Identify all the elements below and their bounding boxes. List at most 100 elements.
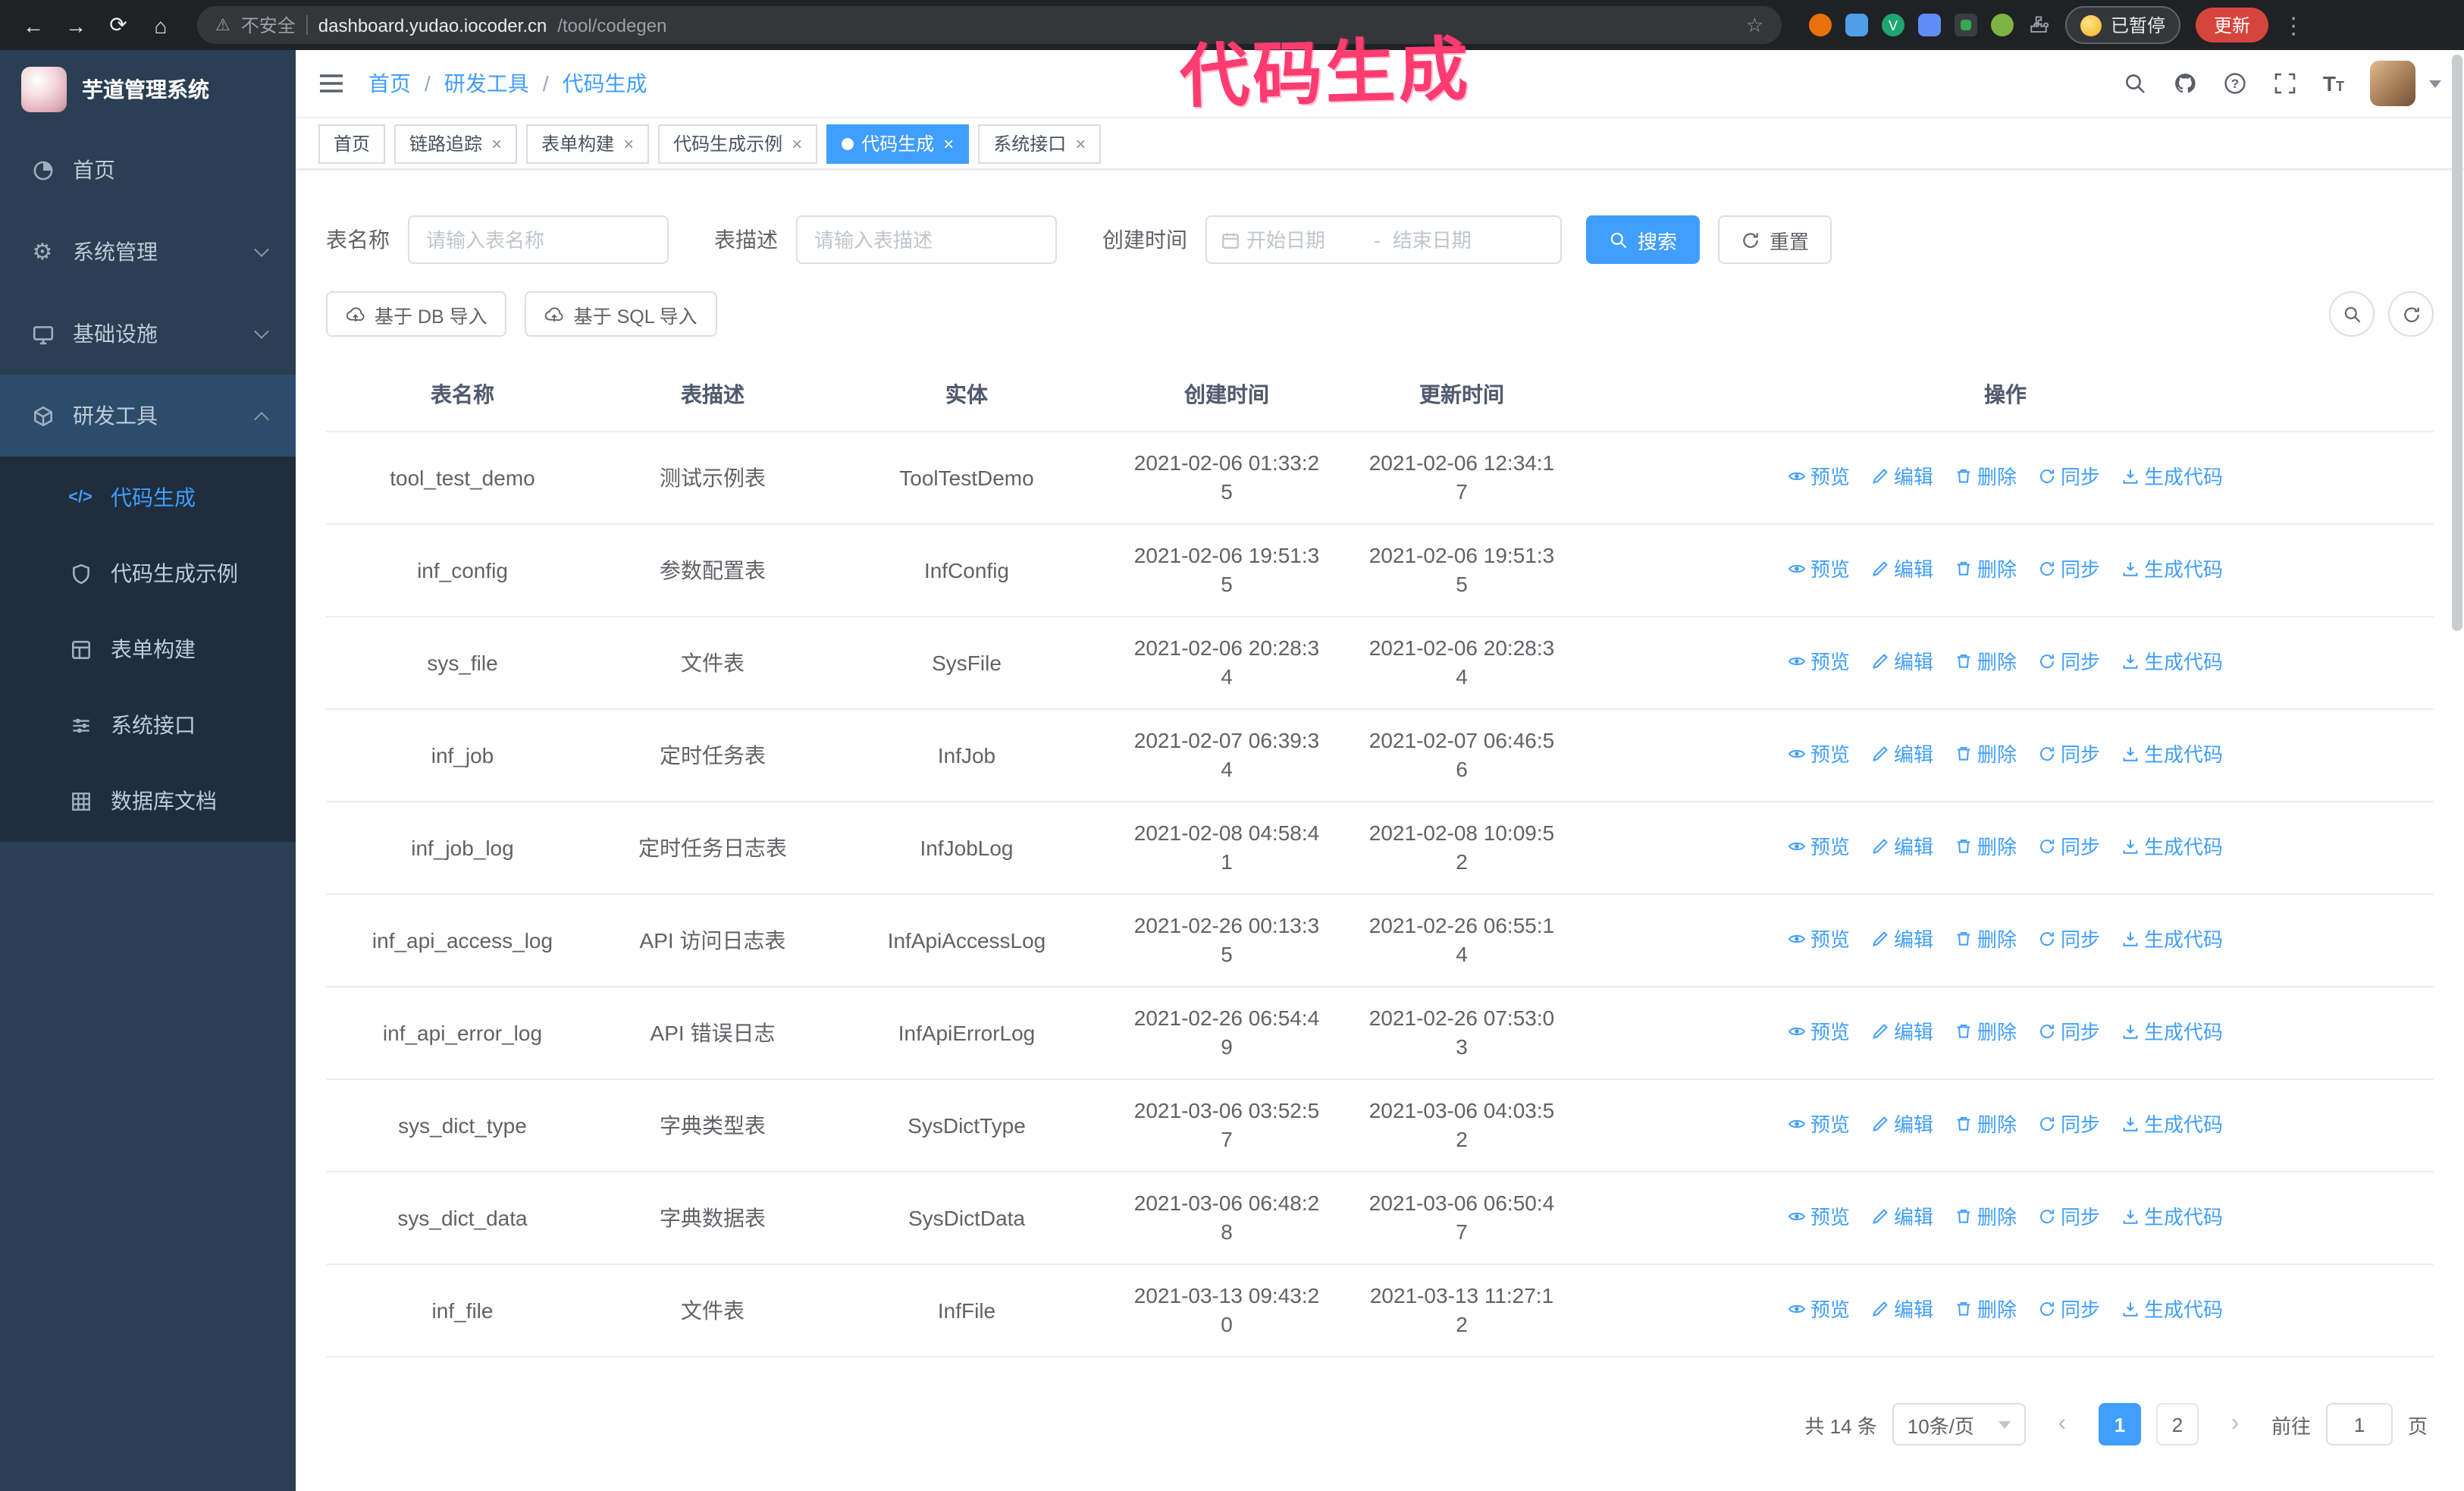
action-preview-link[interactable]: 预览 — [1788, 925, 1850, 954]
next-page-button[interactable]: › — [2214, 1403, 2256, 1445]
action-sync-link[interactable]: 同步 — [2038, 1110, 2100, 1139]
breadcrumb-devtools[interactable]: 研发工具 — [444, 68, 529, 99]
reload-icon[interactable]: ⟳ — [100, 7, 136, 43]
action-sync-link[interactable]: 同步 — [2038, 1018, 2100, 1047]
action-edit-link[interactable]: 编辑 — [1871, 925, 1933, 954]
action-preview-link[interactable]: 预览 — [1788, 1203, 1850, 1232]
action-generate-link[interactable]: 生成代码 — [2121, 1018, 2223, 1047]
action-delete-link[interactable]: 删除 — [1955, 740, 2017, 769]
extension-icon[interactable] — [1845, 14, 1868, 36]
browser-menu-icon[interactable]: ⋮ — [2274, 11, 2312, 39]
action-generate-link[interactable]: 生成代码 — [2121, 1110, 2223, 1139]
action-delete-link[interactable]: 删除 — [1955, 648, 2017, 676]
action-delete-link[interactable]: 删除 — [1955, 1018, 2017, 1047]
user-avatar[interactable] — [2370, 61, 2415, 106]
action-edit-link[interactable]: 编辑 — [1871, 555, 1933, 584]
extension-icon[interactable]: V — [1882, 14, 1904, 36]
action-delete-link[interactable]: 删除 — [1955, 1295, 2017, 1324]
action-delete-link[interactable]: 删除 — [1955, 555, 2017, 584]
action-edit-link[interactable]: 编辑 — [1871, 1110, 1933, 1139]
action-generate-link[interactable]: 生成代码 — [2121, 648, 2223, 676]
action-edit-link[interactable]: 编辑 — [1871, 740, 1933, 769]
extension-icon[interactable] — [1991, 14, 2014, 36]
sidebar-item-db-doc[interactable]: 数据库文档 — [0, 763, 296, 839]
profile-badge[interactable]: 已暂停 — [2065, 6, 2181, 44]
action-sync-link[interactable]: 同步 — [2038, 1295, 2100, 1324]
search-button[interactable]: 搜索 — [1586, 215, 1701, 264]
toggle-search-button[interactable] — [2329, 291, 2375, 337]
action-edit-link[interactable]: 编辑 — [1871, 1203, 1933, 1232]
prev-page-button[interactable]: ‹ — [2041, 1403, 2083, 1445]
import-sql-button[interactable]: 基于 SQL 导入 — [525, 291, 717, 337]
action-generate-link[interactable]: 生成代码 — [2121, 833, 2223, 862]
action-delete-link[interactable]: 删除 — [1955, 925, 2017, 954]
sidebar-item-api[interactable]: 系统接口 — [0, 687, 296, 763]
tab-codegen[interactable]: 代码生成 × — [826, 124, 970, 163]
close-icon[interactable]: × — [792, 133, 802, 154]
app-logo[interactable]: 芋道管理系统 — [0, 50, 296, 129]
action-edit-link[interactable]: 编辑 — [1871, 1295, 1933, 1324]
action-generate-link[interactable]: 生成代码 — [2121, 1295, 2223, 1324]
close-icon[interactable]: × — [1075, 133, 1086, 154]
refresh-button[interactable] — [2388, 291, 2434, 337]
github-icon[interactable] — [2173, 71, 2197, 96]
extension-icon[interactable] — [1918, 14, 1941, 36]
action-generate-link[interactable]: 生成代码 — [2121, 463, 2223, 491]
tab-codegen-demo[interactable]: 代码生成示例 × — [658, 124, 818, 163]
action-delete-link[interactable]: 删除 — [1955, 1203, 2017, 1232]
home-icon[interactable]: ⌂ — [143, 7, 179, 43]
table-name-input[interactable] — [408, 215, 669, 264]
goto-page-input[interactable] — [2325, 1403, 2393, 1445]
close-icon[interactable]: × — [491, 133, 502, 154]
tab-tracing[interactable]: 链路追踪 × — [394, 124, 518, 163]
scrollbar[interactable] — [2452, 55, 2462, 1486]
action-edit-link[interactable]: 编辑 — [1871, 648, 1933, 676]
action-preview-link[interactable]: 预览 — [1788, 463, 1850, 491]
action-edit-link[interactable]: 编辑 — [1871, 463, 1933, 491]
action-sync-link[interactable]: 同步 — [2038, 740, 2100, 769]
help-icon[interactable]: ? — [2223, 71, 2247, 96]
sidebar-item-system[interactable]: ⚙ 系统管理 — [0, 211, 296, 293]
action-sync-link[interactable]: 同步 — [2038, 925, 2100, 954]
scrollbar-thumb[interactable] — [2452, 55, 2462, 631]
action-sync-link[interactable]: 同步 — [2038, 648, 2100, 676]
action-sync-link[interactable]: 同步 — [2038, 833, 2100, 862]
reset-button[interactable]: 重置 — [1718, 215, 1832, 264]
page-size-select[interactable]: 10条/页 — [1892, 1403, 2026, 1445]
sidebar-item-devtools[interactable]: 研发工具 — [0, 375, 296, 457]
action-delete-link[interactable]: 删除 — [1955, 1110, 2017, 1139]
extensions-puzzle-icon[interactable] — [2027, 14, 2050, 36]
bookmark-star-icon[interactable]: ☆ — [1746, 13, 1763, 37]
tab-home[interactable]: 首页 — [318, 124, 386, 163]
action-sync-link[interactable]: 同步 — [2038, 463, 2100, 491]
action-preview-link[interactable]: 预览 — [1788, 648, 1850, 676]
page-button-2[interactable]: 2 — [2155, 1403, 2199, 1445]
close-icon[interactable]: × — [623, 133, 634, 154]
sidebar-item-codegen-demo[interactable]: 代码生成示例 — [0, 535, 296, 611]
avatar-caret-icon[interactable] — [2429, 80, 2441, 87]
action-generate-link[interactable]: 生成代码 — [2121, 1203, 2223, 1232]
action-sync-link[interactable]: 同步 — [2038, 1203, 2100, 1232]
action-generate-link[interactable]: 生成代码 — [2121, 740, 2223, 769]
forward-icon[interactable]: → — [58, 7, 94, 43]
action-preview-link[interactable]: 预览 — [1788, 555, 1850, 584]
sidebar-item-form-builder[interactable]: 表单构建 — [0, 611, 296, 687]
tab-api[interactable]: 系统接口 × — [978, 124, 1102, 163]
search-icon[interactable] — [2123, 71, 2147, 96]
action-preview-link[interactable]: 预览 — [1788, 1295, 1850, 1324]
close-icon[interactable]: × — [943, 133, 954, 154]
action-generate-link[interactable]: 生成代码 — [2121, 925, 2223, 954]
action-generate-link[interactable]: 生成代码 — [2121, 555, 2223, 584]
date-start-input[interactable] — [1246, 228, 1362, 251]
sidebar-item-codegen[interactable]: </> 代码生成 — [0, 460, 296, 535]
action-preview-link[interactable]: 预览 — [1788, 1018, 1850, 1047]
action-delete-link[interactable]: 删除 — [1955, 833, 2017, 862]
extension-icon[interactable] — [1809, 14, 1832, 36]
extension-icon[interactable] — [1955, 14, 1977, 36]
date-end-input[interactable] — [1392, 228, 1508, 251]
font-size-icon[interactable]: TT — [2323, 71, 2344, 96]
page-button-1[interactable]: 1 — [2098, 1403, 2141, 1445]
action-edit-link[interactable]: 编辑 — [1871, 833, 1933, 862]
import-db-button[interactable]: 基于 DB 导入 — [326, 291, 507, 337]
sidebar-item-home[interactable]: 首页 — [0, 129, 296, 211]
